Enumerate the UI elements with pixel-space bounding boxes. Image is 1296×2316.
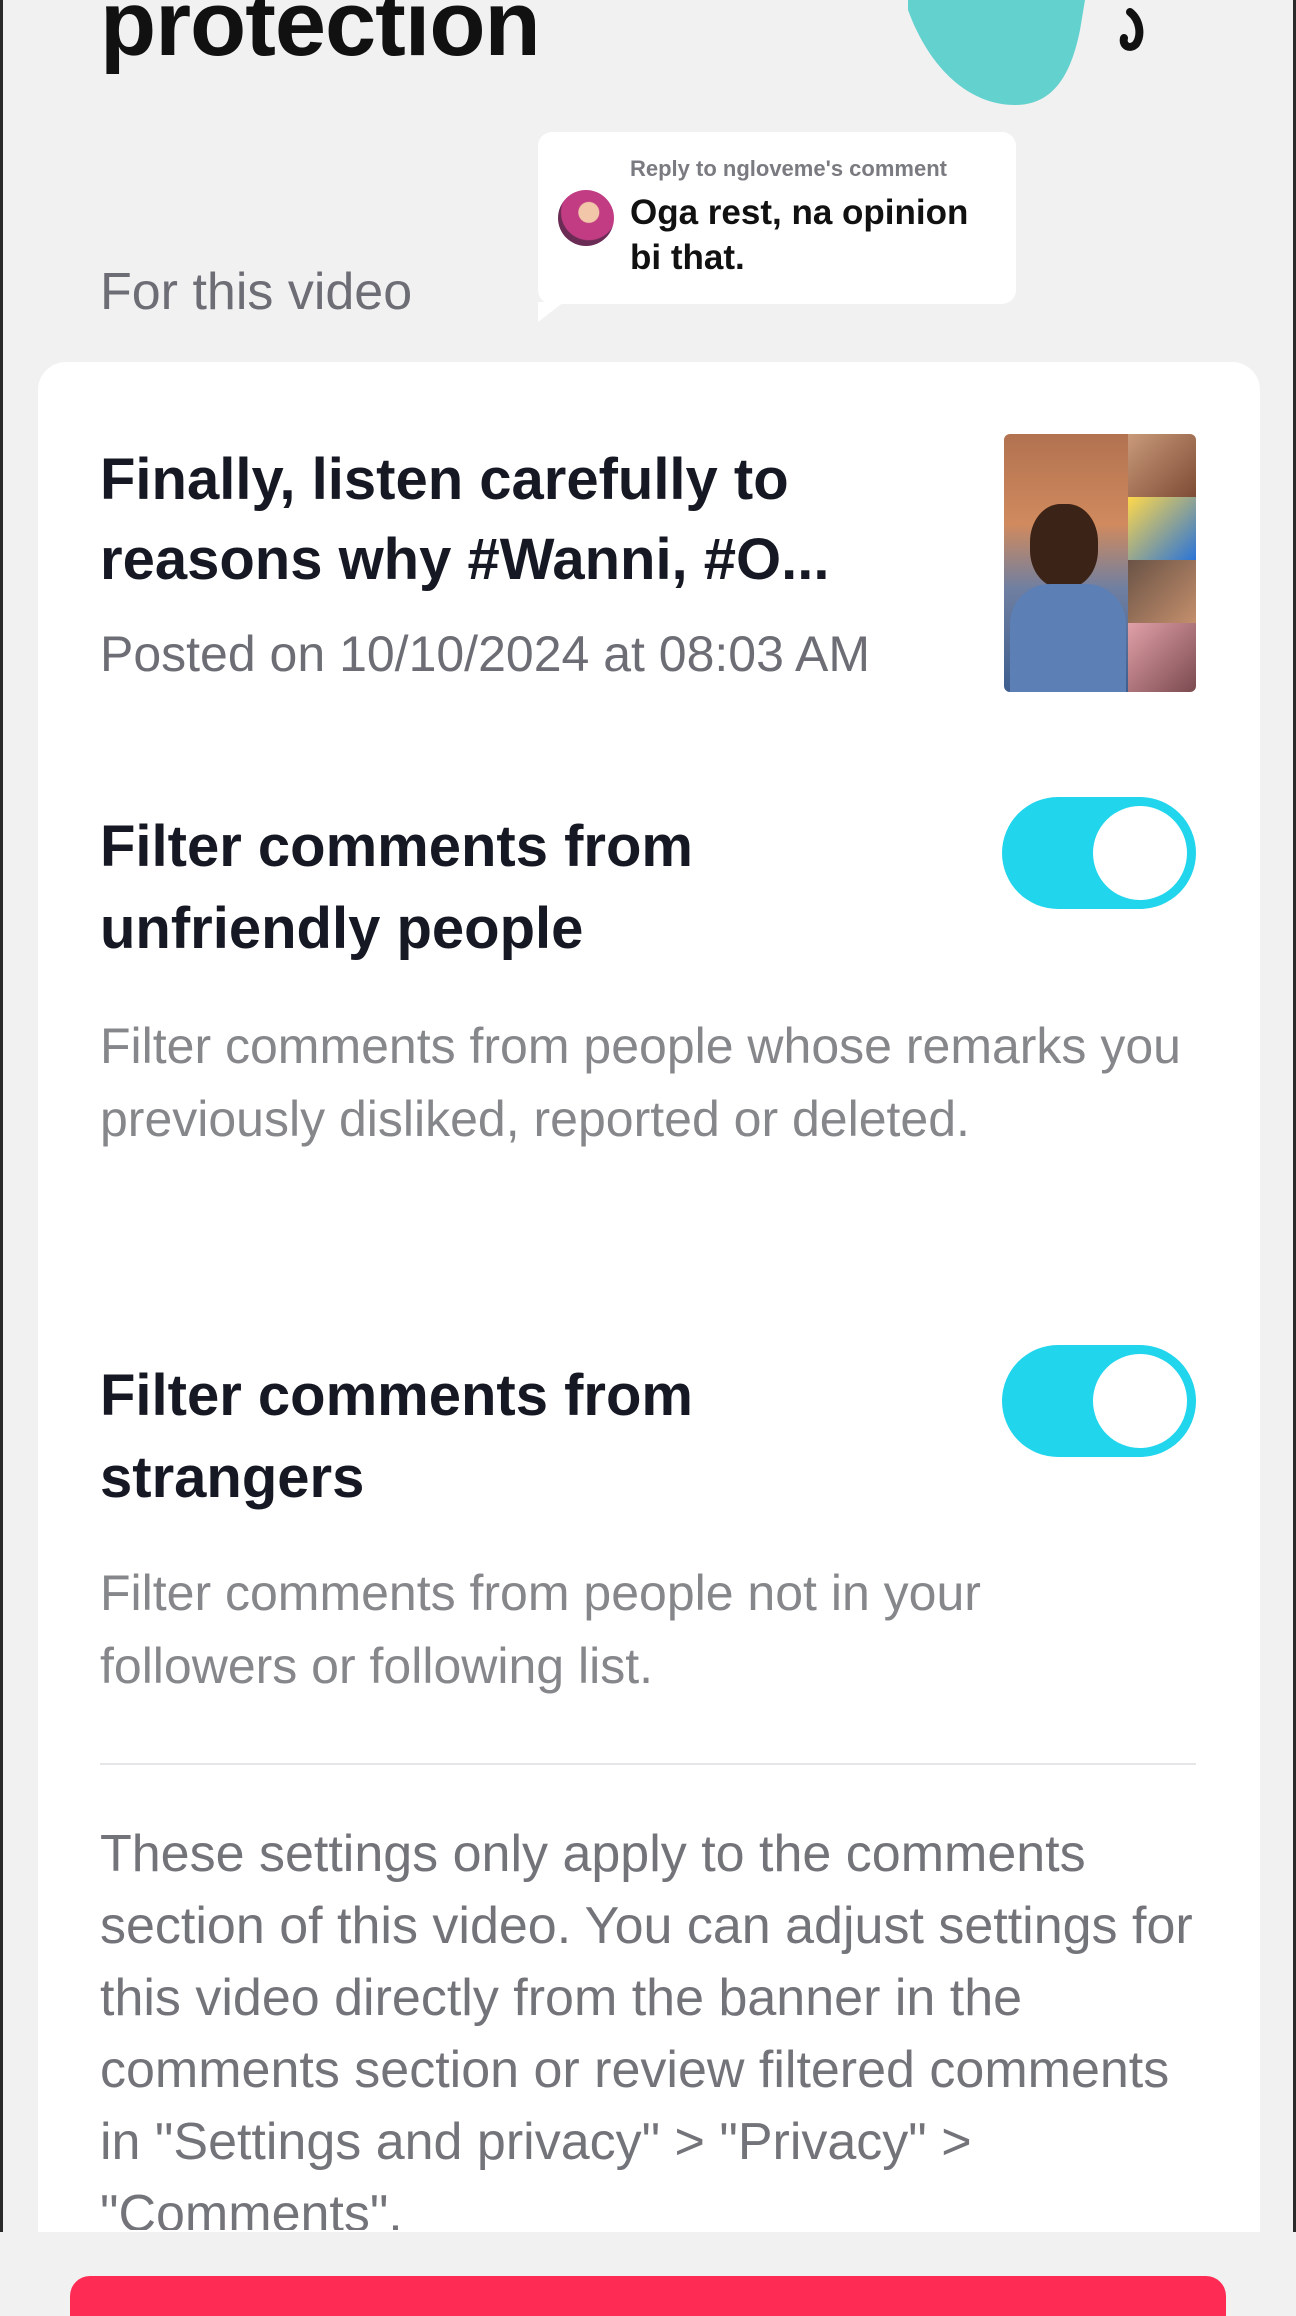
reply-heading: Reply to ngloveme's comment	[630, 156, 947, 181]
settings-footnote: These settings only apply to the comment…	[100, 1825, 1193, 2230]
setting-title-strangers: Filter comments from strangers	[100, 1363, 693, 1510]
page-title: protection	[100, 0, 541, 75]
thumbnail-collage-tile	[1128, 434, 1196, 497]
shield-illustration-icon	[908, 0, 1144, 105]
setting-title-unfriendly: Filter comments from unfriendly people	[100, 814, 693, 961]
thumbnail-collage-tile	[1128, 560, 1196, 623]
left-frame-edge	[0, 0, 3, 2292]
divider	[100, 1763, 1196, 1765]
setting-description-strangers: Filter comments from people not in your …	[100, 1565, 981, 1694]
primary-button[interactable]	[70, 2276, 1226, 2316]
toggle-strangers[interactable]	[1002, 1345, 1196, 1457]
thumbnail-collage-tile	[1128, 497, 1196, 560]
section-label: For this video	[100, 263, 413, 321]
thumbnail-person-body	[1010, 584, 1126, 692]
reply-comment-bubble[interactable]: Reply to ngloveme's comment Oga rest, na…	[538, 132, 1016, 322]
toggle-unfriendly-people[interactable]	[1002, 797, 1196, 909]
reply-text: Oga rest, na opinion bi that.	[630, 193, 969, 277]
video-thumbnail[interactable]	[1004, 434, 1196, 692]
thumbnail-person-head	[1030, 504, 1098, 588]
setting-description-unfriendly: Filter comments from people whose remark…	[100, 1018, 1181, 1147]
video-title: Finally, listen carefully to reasons why…	[100, 447, 830, 592]
toggle-knob	[1093, 806, 1187, 900]
video-posted-date: Posted on 10/10/2024 at 08:03 AM	[100, 626, 871, 682]
thumbnail-collage-tile	[1128, 623, 1196, 692]
toggle-knob	[1093, 1354, 1187, 1448]
commenter-avatar[interactable]	[558, 190, 614, 246]
